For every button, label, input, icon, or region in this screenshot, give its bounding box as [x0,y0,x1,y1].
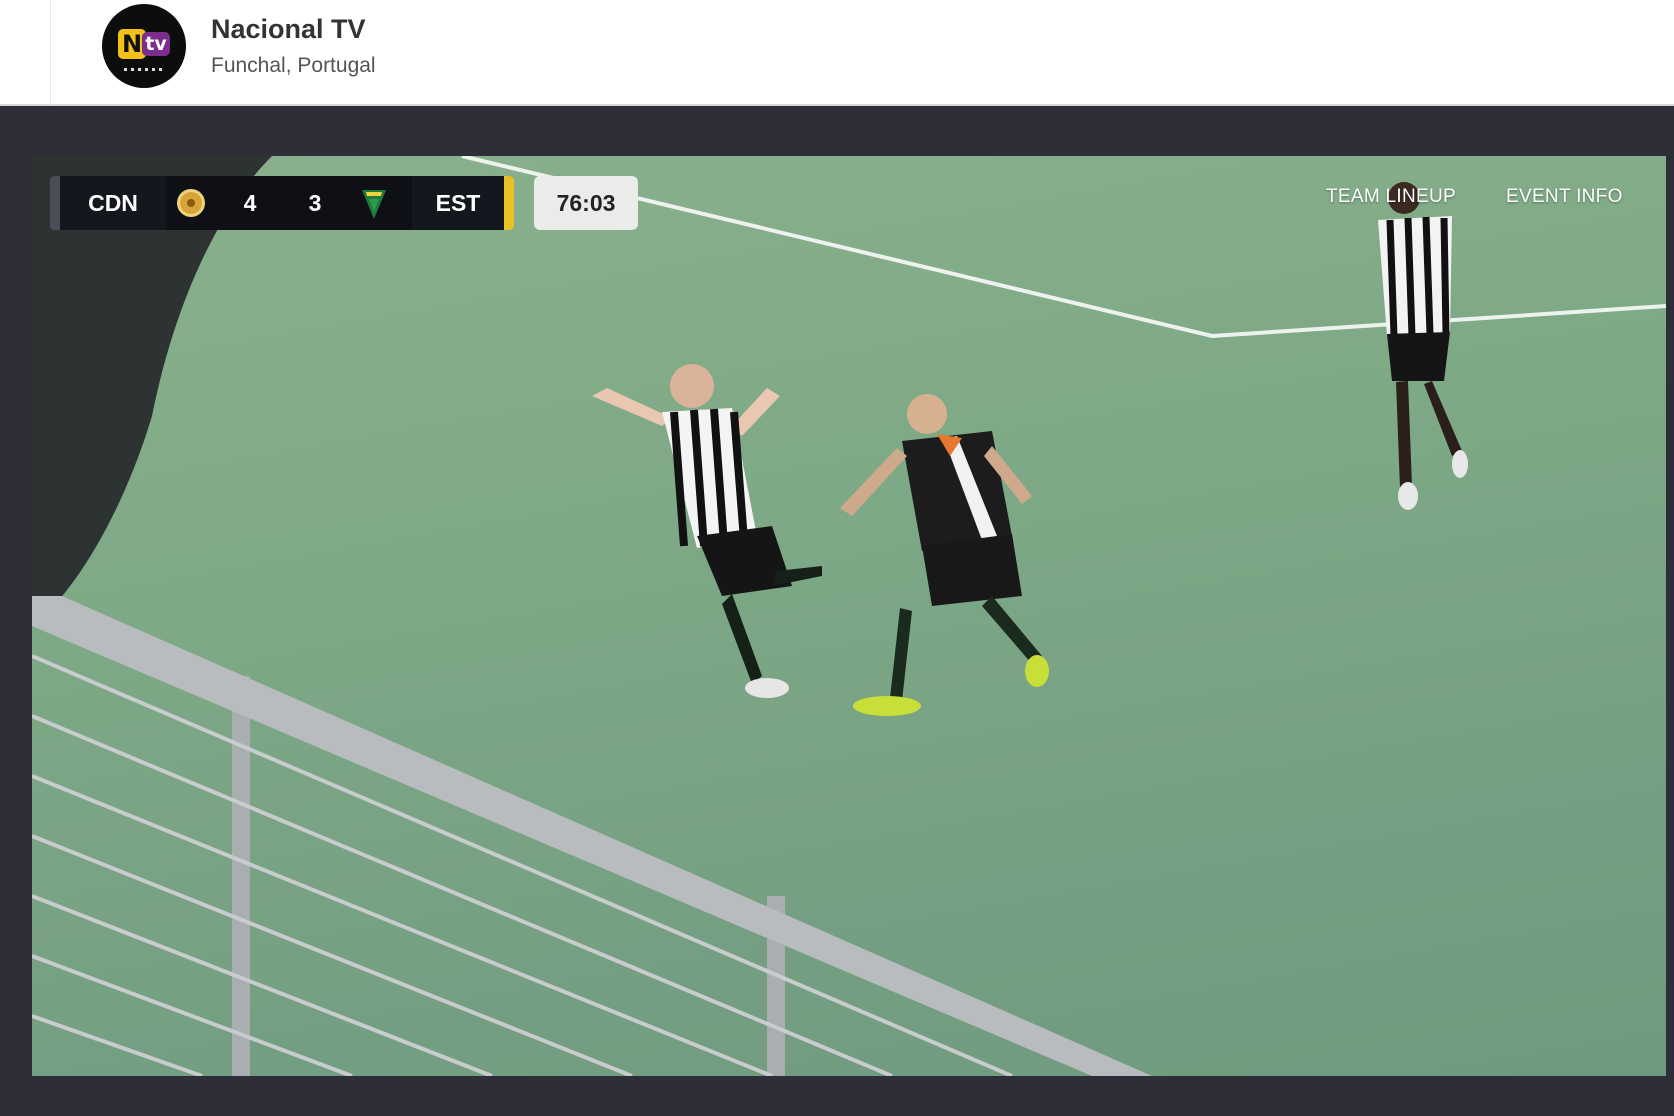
channel-header: N tv Nacional TV Funchal, Portugal [0,0,1674,106]
railing-wire [32,1014,203,1076]
away-score: 3 [308,190,322,216]
header-divider [50,0,51,106]
railing-wire [32,894,493,1076]
logo-tagline-mark [124,68,164,71]
event-info-button[interactable]: EVENT INFO [1506,186,1623,208]
railing-wire [32,954,353,1076]
team-lineup-button[interactable]: TEAM LINEUP [1326,186,1456,208]
railing-wire [32,834,633,1076]
match-clock: 76:03 [534,176,638,230]
home-team-crest-icon [177,189,205,217]
away-team-code: EST [412,176,504,230]
pitch-line [461,156,1666,339]
home-score: 4 [243,190,257,216]
scoreboard: CDN 4 3 EST [50,176,514,230]
railing-post [232,676,250,1076]
player-figure [840,394,1049,716]
channel-location: Funchal, Portugal [211,54,376,77]
channel-name[interactable]: Nacional TV [211,14,366,45]
home-team-code: CDN [60,176,166,230]
railing-wire [32,714,893,1076]
video-player[interactable]: CDN 4 3 EST 76:03 TEAM LINEUP EVENT INFO [32,156,1666,1076]
scoreboard-home-accent [50,176,60,230]
player-figure [1378,182,1468,510]
channel-logo[interactable]: N tv [102,4,186,88]
player-figure [592,364,822,698]
scoreboard-away-accent [504,176,514,230]
video-frame [32,156,1666,1076]
away-team-crest-icon [362,190,386,219]
logo-tv-badge: tv [142,32,170,56]
